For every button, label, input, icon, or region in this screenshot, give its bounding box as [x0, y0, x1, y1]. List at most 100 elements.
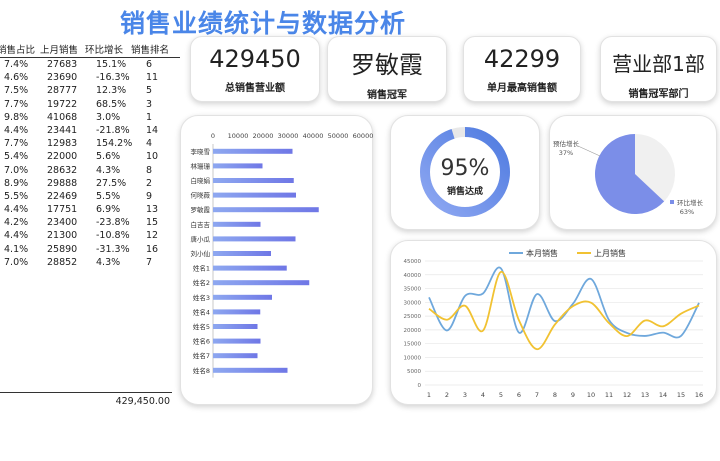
kpi-max-value: 42299 [483, 45, 561, 73]
kpi-champion-value: 罗敏霞 [351, 51, 423, 79]
bar-chart: 0 10000 20000 30000 40000 50000 60000 李晓雪林珊珊白晓娟… [191, 132, 374, 378]
y-tick-label: 15000 [404, 342, 422, 348]
table-cell: 21300 [47, 230, 78, 242]
bar [213, 178, 294, 183]
table-total-row: 429,450.00 [0, 392, 172, 407]
bar [213, 353, 258, 359]
table-cell: -10.8% [96, 230, 130, 242]
x-tick-label: 6 [517, 391, 521, 399]
table-cell: 154.2% [96, 138, 133, 150]
table-cell: 4.4% [4, 204, 29, 216]
x-tick-label: 20000 [253, 132, 274, 140]
table-row: 7.7% 12983 154.2% 4 [0, 137, 180, 150]
donut-panel: 95% 销售达成 [390, 115, 540, 230]
y-tick-label: 白晓娟 [191, 176, 211, 185]
x-tick-label: 50000 [328, 132, 349, 140]
table-cell: 41068 [47, 111, 78, 123]
bar [213, 192, 296, 198]
table-cell: 2 [146, 177, 153, 189]
y-tick-label: 姓名8 [193, 366, 210, 375]
x-tick-label: 60000 [353, 132, 374, 140]
table-cell: 7.0% [4, 164, 29, 176]
table-cell: 8 [146, 164, 153, 176]
table-cell: -31.3% [96, 243, 130, 255]
header-rank: 销售排名 [131, 45, 170, 56]
table-cell: 27683 [47, 59, 78, 70]
x-tick-label: 3 [463, 391, 467, 399]
y-tick-label: 姓名4 [193, 307, 210, 316]
table-cell: 7.4% [4, 59, 29, 70]
x-tick-label: 2 [445, 391, 449, 399]
table-cell: 23400 [47, 217, 78, 229]
x-tick-label: 12 [623, 391, 631, 399]
table-row: 5.4% 22000 5.6% 10 [0, 150, 180, 163]
bar [213, 163, 263, 169]
x-tick-label: 5 [499, 391, 503, 399]
table-cell: 3.0% [96, 111, 121, 123]
y-tick-label: 林珊珊 [191, 161, 211, 170]
table-cell: 14 [146, 124, 159, 136]
y-tick-label: 姓名2 [193, 278, 210, 287]
table-body: 7.4% 27683 15.1% 6 4.6% 23690 -16.3% 11 7.5% 2877… [0, 58, 180, 269]
table-row: 5.5% 22469 5.5% 9 [0, 190, 180, 203]
table-cell: 12.3% [96, 85, 127, 97]
y-tick-label: 李晓雪 [191, 147, 211, 156]
table-cell: 15.1% [96, 59, 127, 70]
x-tick-label: 9 [571, 391, 575, 399]
x-tick-label: 1 [427, 391, 431, 399]
x-tick-label: 7 [535, 391, 539, 399]
table-cell: 4.2% [4, 217, 29, 229]
y-tick-label: 姓名6 [193, 337, 210, 346]
series-line [428, 270, 700, 351]
table-cell: 12983 [47, 138, 78, 150]
y-tick-label: 何晓薇 [191, 191, 211, 200]
pie-legend-swatch [670, 200, 674, 204]
sales-table: 销售占比 上月销售 环比增长 销售排名 7.4% 27683 15.1% 6 4.6% 2… [0, 40, 180, 269]
kpi-total-label: 总销售营业额 [225, 83, 285, 94]
bar [213, 280, 310, 286]
table-row: 7.7% 19722 68.5% 3 [0, 98, 180, 111]
table-cell: 5 [146, 85, 153, 97]
y-tick-label: 10000 [404, 355, 422, 361]
y-tick-label: 唐小瓜 [191, 234, 211, 243]
table-cell: 15 [146, 217, 159, 229]
table-cell: 3 [146, 98, 153, 110]
table-row: 4.2% 23400 -23.8% 15 [0, 216, 180, 229]
table-cell: 16 [146, 243, 159, 255]
table-cell: 5.6% [96, 151, 121, 163]
table-cell: 29888 [47, 177, 78, 189]
table-row: 4.4% 21300 -10.8% 12 [0, 229, 180, 242]
y-tick-label: 白吉吉 [191, 220, 211, 229]
x-tick-label: 8 [553, 391, 557, 399]
kpi-card-champion: 罗敏霞 销售冠军 [327, 36, 447, 102]
bar [213, 309, 261, 315]
table-cell: 6.9% [96, 204, 121, 216]
table-row: 4.4% 23441 -21.8% 14 [0, 124, 180, 137]
bar [213, 251, 271, 256]
table-cell: 4 [146, 138, 153, 150]
line-chart-panel: 0 5000 10000 15000 20000 25000 30000 35000 40000… [390, 240, 717, 405]
header-share: 销售占比 [0, 45, 36, 56]
x-tick-label: 40000 [303, 132, 324, 140]
y-tick-label: 0 [418, 383, 422, 389]
y-tick-label: 罗敏霞 [191, 205, 211, 214]
y-tick-label: 40000 [404, 273, 422, 279]
donut-chart: 95% 销售达成 [420, 127, 510, 217]
table-cell: -21.8% [96, 124, 130, 136]
table-cell: 7.7% [4, 98, 29, 110]
y-tick-label: 45000 [404, 259, 422, 265]
table-row: 4.4% 17751 6.9% 13 [0, 203, 180, 216]
table-cell: 9 [146, 190, 153, 202]
table-row: 4.1% 25890 -31.3% 16 [0, 243, 180, 256]
line-chart: 0 5000 10000 15000 20000 25000 30000 35000 40000… [404, 248, 704, 399]
table-cell: 4.4% [4, 230, 29, 242]
table-row: 7.0% 28632 4.3% 8 [0, 164, 180, 177]
table-cell: 12 [146, 230, 159, 242]
table-cell: 7.0% [4, 256, 29, 268]
y-tick-label: 25000 [404, 314, 422, 320]
table-cell: 28777 [47, 85, 78, 97]
table-row: 7.0% 28852 4.3% 7 [0, 256, 180, 269]
bar-chart-panel: 0 10000 20000 30000 40000 50000 60000 李晓雪 林珊珊 白晓娟… [180, 115, 373, 405]
table-cell: 4.6% [4, 72, 29, 84]
pie-leader-line [577, 145, 601, 157]
